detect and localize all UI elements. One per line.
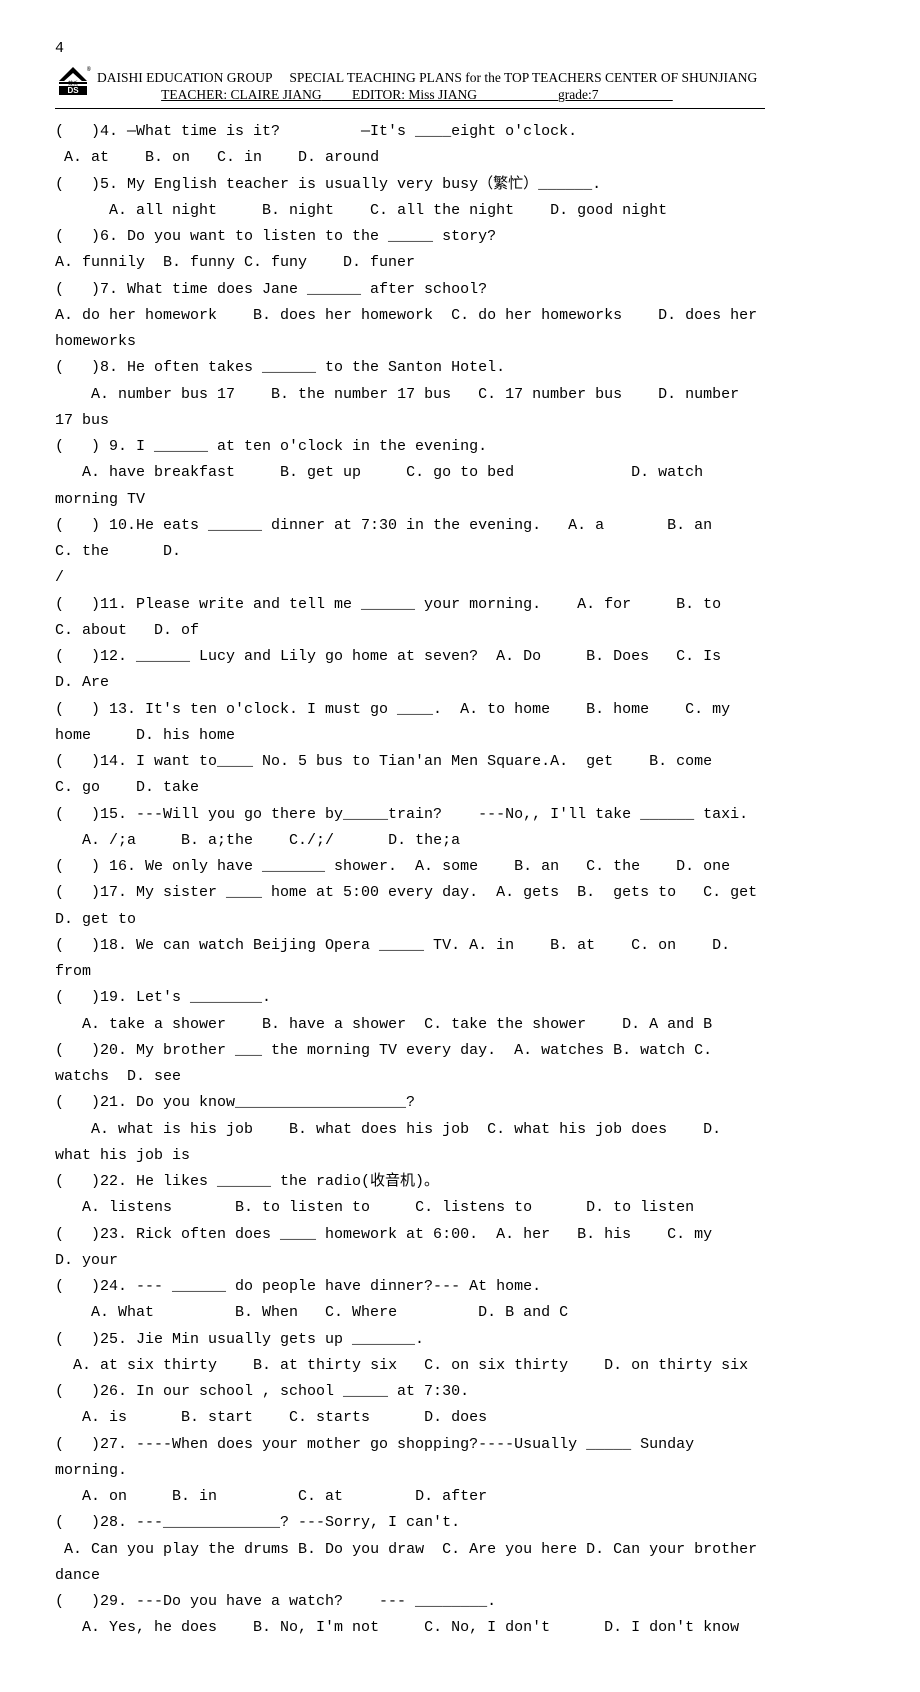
content-line: A. number bus 17 B. the number 17 bus C.… [55,382,765,435]
org-name: DAISHI EDUCATION GROUP [97,70,273,85]
content-line: ( )14. I want to____ No. 5 bus to Tian'a… [55,749,765,802]
content-line: A. funnily B. funny C. funy D. funer [55,250,765,276]
content-line: ( )20. My brother ___ the morning TV eve… [55,1038,765,1091]
content-line: ( )7. What time does Jane ______ after s… [55,277,765,303]
content-line: ( )18. We can watch Beijing Opera _____ … [55,933,765,986]
content-line: ( )15. ---Will you go there by_____train… [55,802,765,828]
exercise-content: ( )4. —What time is it? —It's ____eight … [55,119,765,1642]
content-line: A. at B. on C. in D. around [55,145,765,171]
content-line: ( ) 9. I ______ at ten o'clock in the ev… [55,434,765,460]
plans-title: SPECIAL TEACHING PLANS for the TOP TEACH… [289,70,757,85]
content-line: A. /;a B. a;the C./;/ D. the;a [55,828,765,854]
content-line: ( )28. ---_____________? ---Sorry, I can… [55,1510,765,1536]
daishi-logo-icon: ® DS 戴氏 [55,65,91,104]
header-text: DAISHI EDUCATION GROUP SPECIAL TEACHING … [97,69,757,104]
content-line: A. Yes, he does B. No, I'm not C. No, I … [55,1615,765,1641]
content-line: ( )5. My English teacher is usually very… [55,172,765,198]
content-line: A. do her homework B. does her homework … [55,303,765,356]
grade-label: grade:7 [558,87,598,102]
editor-label: EDITOR: Miss JIANG [352,87,477,102]
content-line: ( )12. ______ Lucy and Lily go home at s… [55,644,765,697]
content-line: ( )22. He likes ______ the radio(收音机)。 [55,1169,765,1195]
content-line: ( )4. —What time is it? —It's ____eight … [55,119,765,145]
content-line: A. is B. start C. starts D. does [55,1405,765,1431]
content-line: ( )19. Let's ________. [55,985,765,1011]
content-line: ( )21. Do you know___________________? [55,1090,765,1116]
teacher-label: TEACHER: CLAIRE JIANG [161,87,322,102]
content-line: ( ) 13. It's ten o'clock. I must go ____… [55,697,765,750]
content-line: A. Can you play the drums B. Do you draw… [55,1537,765,1590]
content-line: ( )24. --- ______ do people have dinner?… [55,1274,765,1300]
content-line: / [55,565,765,591]
content-line: ( )26. In our school , school _____ at 7… [55,1379,765,1405]
svg-text:®: ® [87,66,91,73]
content-line: A. have breakfast B. get up C. go to bed… [55,460,765,513]
content-line: A. What B. When C. Where D. B and C [55,1300,765,1326]
page: 4 ® DS 戴氏 DAISHI EDUCATION GROUP SPECIAL… [0,0,815,1692]
content-line: A. take a shower B. have a shower C. tak… [55,1012,765,1038]
content-line: A. what is his job B. what does his job … [55,1117,765,1170]
content-line: ( ) 16. We only have _______ shower. A. … [55,854,765,880]
document-header: ® DS 戴氏 DAISHI EDUCATION GROUP SPECIAL T… [55,65,765,104]
content-line: ( )25. Jie Min usually gets up _______. [55,1327,765,1353]
content-line: A. on B. in C. at D. after [55,1484,765,1510]
svg-text:戴氏: 戴氏 [68,80,78,87]
content-line: ( ) 10.He eats ______ dinner at 7:30 in … [55,513,765,566]
header-rule [55,108,765,109]
svg-text:DS: DS [67,86,79,95]
content-line: ( )27. ----When does your mother go shop… [55,1432,765,1485]
content-line: ( )23. Rick often does ____ homework at … [55,1222,765,1275]
content-line: ( )29. ---Do you have a watch? --- _____… [55,1589,765,1615]
content-line: ( )17. My sister ____ home at 5:00 every… [55,880,765,933]
content-line: ( )6. Do you want to listen to the _____… [55,224,765,250]
content-line: A. listens B. to listen to C. listens to… [55,1195,765,1221]
content-line: A. all night B. night C. all the night D… [55,198,765,224]
content-line: ( )11. Please write and tell me ______ y… [55,592,765,645]
content-line: ( )8. He often takes ______ to the Santo… [55,355,765,381]
page-number-top: 4 [55,40,765,57]
content-line: A. at six thirty B. at thirty six C. on … [55,1353,765,1379]
